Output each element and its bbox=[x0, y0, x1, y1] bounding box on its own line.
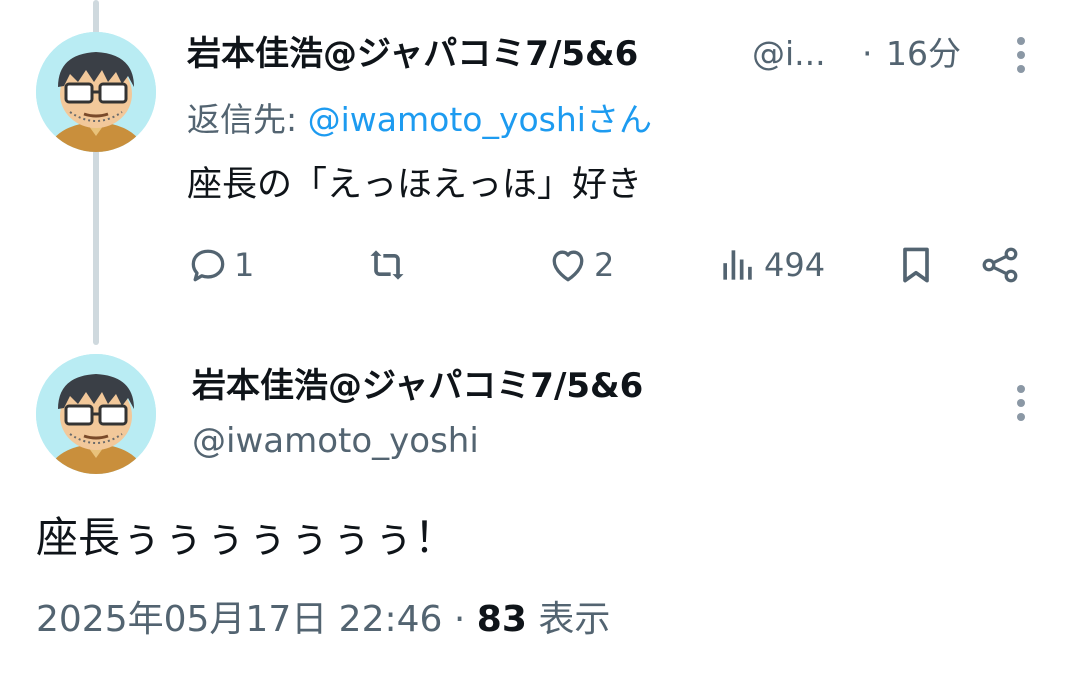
bookmark-button[interactable] bbox=[894, 243, 938, 287]
views-count: 494 bbox=[764, 246, 826, 284]
share-button[interactable] bbox=[978, 243, 1022, 287]
reply-to-prefix: 返信先: bbox=[187, 100, 308, 139]
bookmark-icon bbox=[903, 247, 929, 283]
like-icon bbox=[552, 250, 584, 282]
reply-to-mention[interactable]: @iwamoto_yoshiさん bbox=[308, 100, 652, 139]
meta-separator: · bbox=[442, 599, 477, 640]
main-handle[interactable]: @iwamoto_yoshi bbox=[192, 421, 479, 461]
avatar[interactable] bbox=[36, 354, 156, 474]
retweet-button[interactable] bbox=[365, 243, 413, 287]
reply-to-line: 返信先: @iwamoto_yoshiさん bbox=[187, 100, 652, 140]
main-tweet-text: 座長ぅぅぅぅぅぅぅ！ bbox=[36, 513, 457, 562]
main-views-label: 表示 bbox=[526, 599, 611, 640]
avatar-illustration bbox=[36, 354, 156, 474]
retweet-icon bbox=[370, 250, 404, 280]
reply-timestamp[interactable]: 16分 bbox=[886, 34, 961, 74]
like-count: 2 bbox=[594, 246, 615, 284]
share-icon bbox=[982, 247, 1018, 283]
main-tweet-meta: 2025年05月17日 22:46 · 83 表示 bbox=[36, 598, 610, 642]
reply-tweet-text: 座長の「えっほえっほ」好き bbox=[187, 165, 643, 205]
more-icon[interactable] bbox=[1006, 378, 1036, 428]
reply-button[interactable]: 1 bbox=[186, 243, 254, 287]
reply-count: 1 bbox=[234, 246, 255, 284]
avatar[interactable] bbox=[36, 32, 156, 152]
like-button[interactable]: 2 bbox=[546, 243, 614, 287]
reply-time-separator: · bbox=[862, 34, 873, 73]
main-tweet-date[interactable]: 2025年05月17日 22:46 bbox=[36, 599, 442, 640]
reply-handle[interactable]: @i... bbox=[752, 34, 826, 74]
views-icon bbox=[723, 250, 752, 280]
more-icon[interactable] bbox=[1006, 30, 1036, 80]
avatar-illustration bbox=[36, 32, 156, 152]
reply-icon bbox=[191, 249, 225, 282]
views-button[interactable]: 494 bbox=[716, 243, 825, 287]
main-display-name[interactable]: 岩本佳浩@ジャパコミ7/5&6 bbox=[192, 366, 643, 406]
main-views-count: 83 bbox=[476, 599, 527, 640]
reply-display-name[interactable]: 岩本佳浩@ジャパコミ7/5&6 bbox=[187, 34, 638, 74]
